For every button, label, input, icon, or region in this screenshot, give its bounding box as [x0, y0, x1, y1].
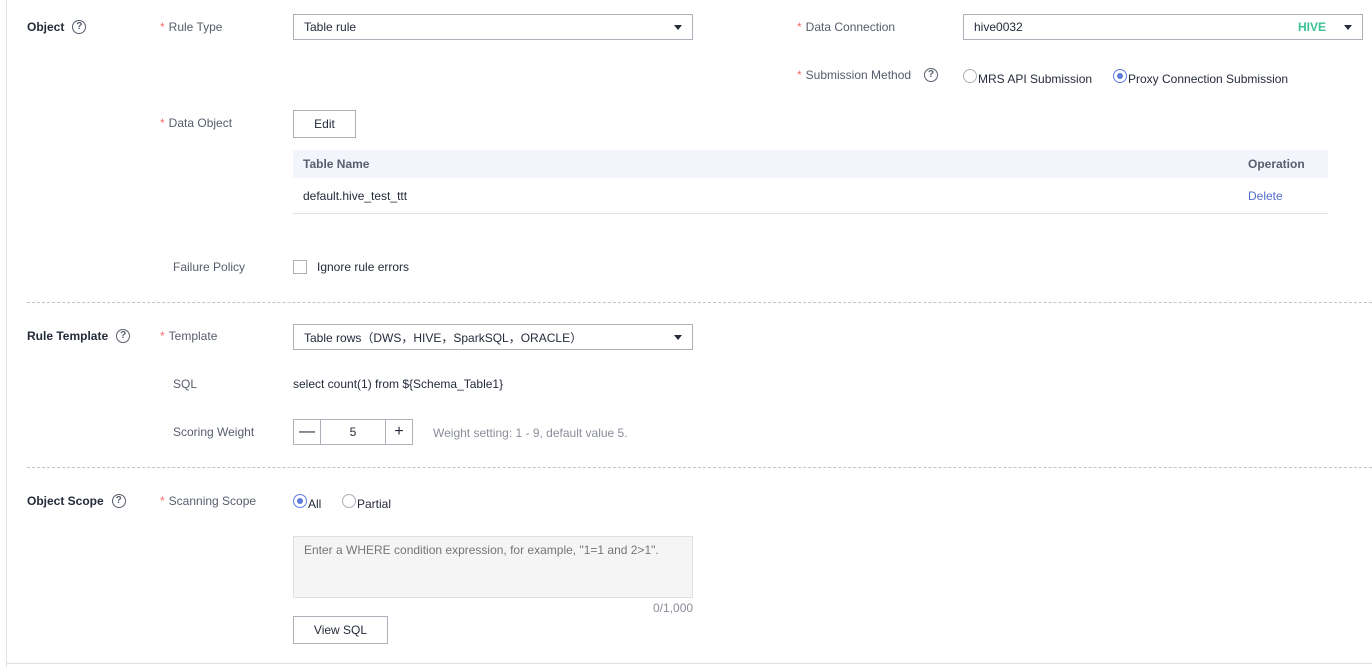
plus-button[interactable]: +: [386, 420, 412, 444]
submission-method-label: * Submission Method ?: [797, 68, 939, 82]
failure-policy-label: Failure Policy: [173, 260, 246, 274]
scoring-weight-label: Scoring Weight: [173, 425, 255, 439]
rule-type-label-text: Rule Type: [168, 20, 223, 34]
checkbox-box: [293, 260, 307, 274]
table-cell-name: default.hive_test_ttt: [303, 188, 408, 203]
radio-scope-all[interactable]: All: [293, 494, 322, 511]
section-title-object-scope: Object Scope ?: [27, 494, 126, 508]
required-asterisk: *: [160, 329, 165, 343]
required-asterisk: *: [160, 494, 165, 508]
section-title-object: Object ?: [27, 20, 87, 34]
required-asterisk: *: [797, 68, 802, 82]
data-connection-value: hive0032: [974, 20, 1023, 34]
data-object-label-text: Data Object: [168, 116, 233, 130]
radio-proxy-connection-submission[interactable]: Proxy Connection Submission: [1113, 69, 1289, 86]
question-circle-icon[interactable]: ?: [116, 329, 131, 343]
sql-value: select count(1) from ${Schema_Table1}: [293, 377, 504, 391]
template-value: Table rows（DWS，HIVE，SparkSQL，ORACLE）: [304, 330, 583, 345]
scanning-scope-label: * Scanning Scope: [160, 494, 256, 508]
section-divider: [27, 302, 1372, 303]
radio-proxy-connection-label: Proxy Connection Submission: [1128, 72, 1289, 86]
ignore-rule-errors-label: Ignore rule errors: [317, 260, 410, 274]
data-connection-select[interactable]: hive0032 HIVE: [963, 14, 1363, 40]
submission-method-label-text: Submission Method: [805, 68, 912, 82]
view-sql-button[interactable]: View SQL: [293, 616, 388, 644]
radio-mrs-api-submission[interactable]: MRS API Submission: [963, 69, 1093, 86]
question-circle-icon[interactable]: ?: [924, 68, 939, 82]
template-select[interactable]: Table rows（DWS，HIVE，SparkSQL，ORACLE）: [293, 324, 693, 350]
scoring-weight-hint: Weight setting: 1 - 9, default value 5.: [433, 426, 628, 440]
radio-scope-partial-label: Partial: [357, 497, 392, 511]
character-counter: 0/1,000: [653, 601, 694, 615]
template-label-text: Template: [168, 329, 218, 343]
data-object-label: * Data Object: [160, 116, 232, 130]
rule-type-label: * Rule Type: [160, 20, 222, 34]
scoring-weight-input[interactable]: 5: [320, 420, 386, 444]
edit-button[interactable]: Edit: [293, 110, 356, 138]
hive-tag: HIVE: [1297, 20, 1326, 34]
sql-label: SQL: [173, 377, 198, 391]
scanning-scope-label-text: Scanning Scope: [168, 494, 257, 508]
radio-mrs-api-label: MRS API Submission: [978, 72, 1093, 86]
caret-down-icon: [674, 24, 682, 30]
question-circle-icon[interactable]: ?: [111, 494, 126, 508]
required-asterisk: *: [797, 20, 802, 34]
radio-dot-selected: [293, 494, 307, 508]
radio-dot: [342, 494, 356, 508]
section-title-object-scope-text: Object Scope: [27, 494, 104, 508]
radio-dot: [963, 69, 977, 83]
radio-dot-selected: [1113, 69, 1127, 83]
data-connection-label: * Data Connection: [797, 20, 895, 34]
template-label: * Template: [160, 329, 217, 343]
question-circle-icon[interactable]: ?: [72, 20, 87, 34]
scoring-weight-stepper: — 5 +: [293, 419, 413, 445]
required-asterisk: *: [160, 20, 165, 34]
ignore-rule-errors-checkbox[interactable]: Ignore rule errors: [293, 260, 409, 274]
where-condition-textarea[interactable]: [293, 536, 693, 598]
section-title-object-text: Object: [27, 20, 65, 34]
radio-scope-all-label: All: [308, 497, 322, 511]
column-header-operation: Operation: [1248, 157, 1305, 171]
column-header-table-name: Table Name: [303, 157, 370, 171]
delete-link[interactable]: Delete: [1238, 189, 1283, 203]
table-row: default.hive_test_ttt Delete: [293, 178, 1328, 214]
section-title-rule-template-text: Rule Template: [27, 329, 109, 343]
section-divider: [27, 467, 1372, 468]
table-header: Table Name Operation: [293, 150, 1328, 178]
data-object-table: Table Name Operation default.hive_test_t…: [293, 150, 1328, 214]
radio-scope-partial[interactable]: Partial: [342, 494, 392, 511]
panel-bottom-border: [6, 663, 1372, 664]
caret-down-icon: [1344, 24, 1352, 30]
rule-type-value: Table rule: [304, 20, 357, 34]
data-connection-label-text: Data Connection: [805, 20, 896, 34]
required-asterisk: *: [160, 116, 165, 130]
caret-down-icon: [674, 334, 682, 340]
rule-type-select[interactable]: Table rule: [293, 14, 693, 40]
panel-left-border: [6, 0, 7, 667]
minus-button[interactable]: —: [294, 420, 320, 444]
section-title-rule-template: Rule Template ?: [27, 329, 131, 343]
